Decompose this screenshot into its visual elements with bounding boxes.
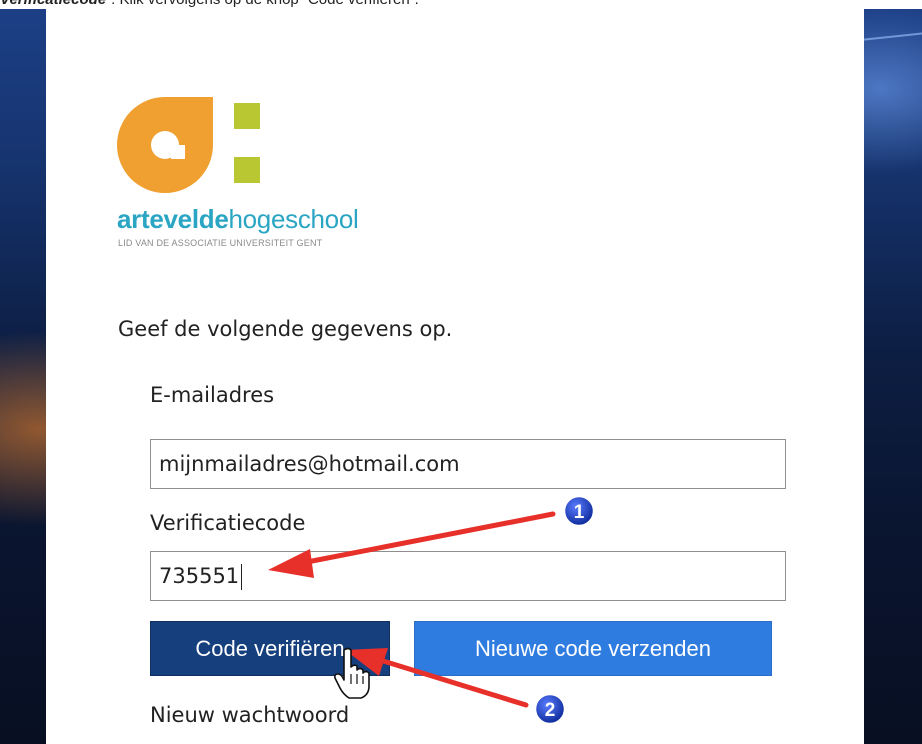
signup-dialog: arteveldehogeschool LID VAN DE ASSOCIATI…: [46, 9, 864, 744]
resend-code-button[interactable]: Nieuwe code verzenden: [414, 621, 772, 676]
text-caret: [241, 564, 243, 590]
logo-name-bold: artevelde: [117, 204, 229, 234]
intro-text: Geef de volgende gegevens op.: [118, 317, 453, 341]
email-label: E-mailadres: [150, 383, 275, 407]
logo-tagline: LID VAN DE ASSOCIATIE UNIVERSITEIT GENT: [118, 238, 323, 248]
verification-code-value: 735551: [159, 564, 240, 588]
artevelde-logo: arteveldehogeschool LID VAN DE ASSOCIATI…: [117, 97, 457, 267]
logo-name-light: hogeschool: [228, 204, 359, 234]
verification-code-label: Verificatiecode: [150, 511, 306, 535]
caption-bold: Verificatiecode: [0, 0, 106, 8]
email-value: mijnmailadres@hotmail.com: [159, 452, 460, 476]
new-password-label: Nieuw wachtwoord: [150, 703, 350, 727]
instruction-caption: Verificatiecode”. Klik vervolgens op de …: [0, 0, 922, 9]
logo-wordmark: arteveldehogeschool: [117, 204, 359, 234]
caption-rest: ”. Klik vervolgens op de knop “Code veri…: [106, 0, 419, 8]
email-field[interactable]: mijnmailadres@hotmail.com: [150, 439, 786, 489]
verify-code-button[interactable]: Code verifiëren: [150, 621, 390, 676]
verification-code-field[interactable]: 735551: [150, 551, 786, 601]
logo-mark-icon: [117, 97, 260, 193]
